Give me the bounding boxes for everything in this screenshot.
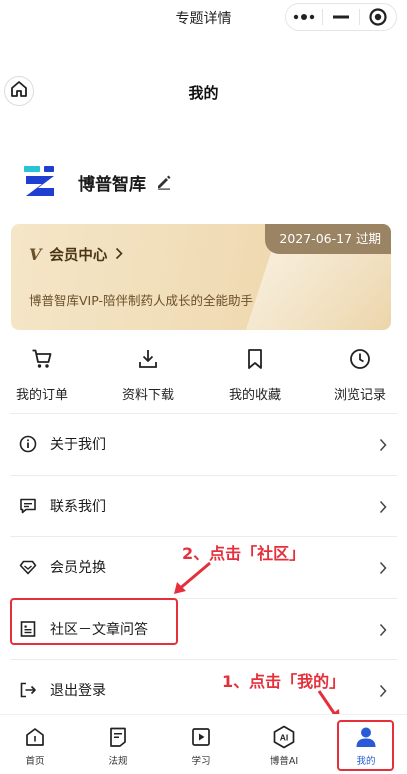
ai-icon-text: AI xyxy=(280,733,289,743)
shortcut-history[interactable]: 浏览记录 xyxy=(320,346,400,403)
menu-item-label: 退出登录 xyxy=(50,683,106,700)
menu-item-contact[interactable]: 联系我们 xyxy=(10,474,397,537)
play-icon xyxy=(166,725,236,749)
clock-icon xyxy=(320,346,400,372)
tab-label: 博普AI xyxy=(269,756,299,767)
download-icon xyxy=(108,346,188,372)
user-profile[interactable]: 博普智库 xyxy=(20,160,172,204)
annotation-highlight-mine-tab xyxy=(337,720,394,771)
chevron-right-icon xyxy=(379,683,387,702)
menu-item-label: 会员兑换 xyxy=(50,560,106,577)
target-close-icon[interactable] xyxy=(360,4,396,30)
ai-hexagon-icon: AI xyxy=(249,725,319,749)
minimize-icon[interactable] xyxy=(323,4,359,30)
shortcut-label: 我的收藏 xyxy=(228,388,281,403)
vip-v-mark: V xyxy=(29,245,42,264)
tab-label: 学习 xyxy=(191,756,211,767)
menu-item-about[interactable]: 关于我们 xyxy=(10,413,397,475)
menu-item-label: 联系我们 xyxy=(50,498,106,515)
shortcut-label: 我的订单 xyxy=(15,388,68,403)
chevron-right-icon xyxy=(379,437,387,456)
logout-icon xyxy=(18,680,38,700)
annotation-arrow-icon xyxy=(174,561,211,594)
annotation-highlight-community xyxy=(10,598,178,645)
vip-description: 博普智库VIP-陪伴制药人成长的全能助手 xyxy=(29,293,254,308)
vip-card-shine xyxy=(228,244,391,330)
username: 博普智库 xyxy=(78,174,146,195)
chevron-right-icon xyxy=(115,245,124,264)
brand-logo-icon xyxy=(20,162,60,202)
page-title: 我的 xyxy=(188,84,219,102)
chevron-right-icon xyxy=(379,560,387,579)
page-navbar: 我的 xyxy=(0,70,407,114)
vip-center-label: 会员中心 xyxy=(49,248,108,264)
bookmark-icon xyxy=(215,346,295,372)
message-icon xyxy=(18,496,38,516)
home-tab-icon xyxy=(0,725,70,749)
chevron-right-icon xyxy=(379,622,387,641)
tab-study[interactable]: 学习 xyxy=(166,725,236,767)
tab-regulation[interactable]: 法规 xyxy=(83,725,153,767)
vip-card[interactable]: 2027-06-17 过期 V 会员中心 博普智库VIP-陪伴制药人成长的全能助… xyxy=(11,224,391,330)
shortcut-label: 浏览记录 xyxy=(333,388,386,403)
window-topbar: 专题详情 xyxy=(0,0,407,34)
info-icon xyxy=(18,434,38,454)
shortcut-orders[interactable]: 我的订单 xyxy=(2,346,82,403)
chevron-right-icon xyxy=(379,499,387,518)
mini-program-capsule xyxy=(285,3,397,31)
shortcut-favorites[interactable]: 我的收藏 xyxy=(215,346,295,403)
diamond-icon xyxy=(18,557,38,577)
tab-home[interactable]: 首页 xyxy=(0,725,70,767)
more-dots-icon[interactable] xyxy=(286,4,322,30)
vip-center-link[interactable]: V 会员中心 xyxy=(29,244,124,265)
shortcut-label: 资料下载 xyxy=(121,388,174,403)
menu-item-label: 关于我们 xyxy=(50,437,106,454)
tab-ai[interactable]: AI 博普AI xyxy=(249,725,319,767)
pencil-icon[interactable] xyxy=(156,174,172,190)
tab-label: 法规 xyxy=(108,756,128,767)
shortcut-row: 我的订单 资料下载 我的收藏 浏览记录 xyxy=(0,346,407,412)
regulation-icon xyxy=(83,725,153,749)
tab-label: 首页 xyxy=(25,756,45,767)
shortcut-downloads[interactable]: 资料下载 xyxy=(108,346,188,403)
vip-expire-badge: 2027-06-17 过期 xyxy=(265,224,391,254)
cart-icon xyxy=(2,346,82,372)
